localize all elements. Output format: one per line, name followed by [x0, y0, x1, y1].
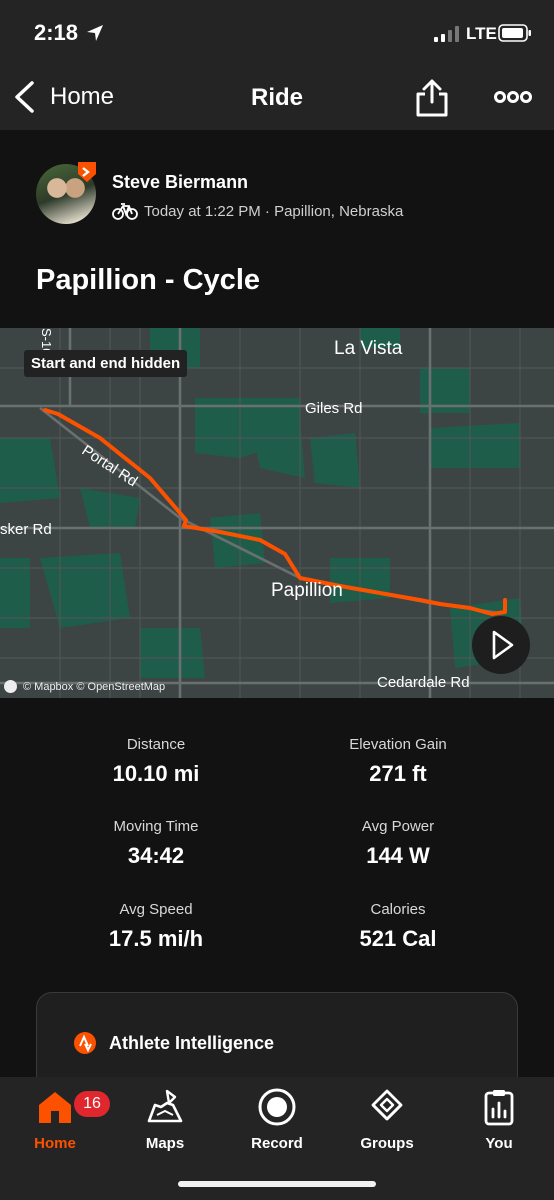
tab-groups[interactable]: Groups: [342, 1087, 432, 1152]
stat-label: Avg Speed: [119, 901, 193, 918]
subscriber-badge-icon: [78, 162, 96, 182]
network-type: LTE: [466, 24, 497, 43]
athlete-intelligence-icon: [74, 1032, 96, 1054]
tab-label: Maps: [145, 1135, 185, 1152]
nav-bar: Home Ride: [0, 64, 554, 130]
stat-elevation-gain: Elevation Gain 271 ft: [278, 736, 518, 787]
signal-icon: [434, 26, 459, 42]
location-arrow-icon: [87, 25, 103, 41]
stat-value: 34:42: [127, 843, 185, 868]
map-label-cedardale-rd: Cedardale Rd: [377, 674, 470, 691]
stat-value: 144 W: [366, 843, 430, 868]
stat-moving-time: Moving Time 34:42: [36, 818, 276, 869]
stat-label: Avg Power: [361, 818, 435, 835]
map-attribution[interactable]: © Mapbox © OpenStreetMap: [4, 680, 165, 693]
stat-value: 10.10 mi: [112, 761, 200, 786]
status-time: 2:18: [34, 20, 79, 45]
tab-label: Record: [251, 1135, 303, 1152]
tab-label: Groups: [360, 1135, 414, 1152]
play-icon: [492, 630, 514, 660]
maps-icon: [147, 1089, 183, 1123]
share-icon[interactable]: [414, 78, 450, 118]
record-icon: [258, 1088, 296, 1126]
play-flyover-button[interactable]: [472, 616, 530, 674]
start-end-hidden-notice: Start and end hidden: [24, 350, 188, 377]
tab-you[interactable]: You: [454, 1087, 544, 1152]
tab-home[interactable]: Home 16: [10, 1087, 110, 1152]
attribution-text: © Mapbox © OpenStreetMap: [23, 680, 166, 693]
stat-avg-power: Avg Power 144 W: [278, 818, 518, 869]
stat-label: Moving Time: [113, 818, 199, 835]
map-label-la-vista: La Vista: [334, 338, 403, 359]
bike-icon: [112, 203, 138, 220]
mapbox-logo-icon: [4, 680, 17, 693]
stat-distance: Distance 10.10 mi: [36, 736, 276, 787]
home-icon: [39, 1092, 71, 1123]
stat-value: 521 Cal: [359, 926, 437, 951]
activity-time-location: Today at 1:22 PM · Papillion, Nebraska: [144, 202, 404, 220]
stat-label: Calories: [370, 901, 426, 918]
activity-title[interactable]: Papillion - Cycle: [36, 264, 260, 297]
athlete-name[interactable]: Steve Biermann: [112, 172, 248, 193]
stat-label: Distance: [126, 736, 186, 753]
map-label-husker-rd: sker Rd: [0, 521, 52, 538]
notification-badge: 16: [74, 1091, 110, 1117]
activity-meta: Today at 1:22 PM · Papillion, Nebraska: [112, 202, 403, 220]
stat-value: 271 ft: [369, 761, 427, 786]
map-base: [0, 328, 554, 698]
status-bar: 2:18 LTE: [0, 0, 554, 64]
activity-header: Steve Biermann Today at 1:22 PM · Papill…: [0, 130, 554, 328]
stat-label: Elevation Gain: [349, 736, 447, 753]
athlete-intelligence-label: Athlete Intelligence: [109, 1033, 275, 1053]
stat-value: 17.5 mi/h: [108, 926, 204, 951]
tab-label: Home: [34, 1135, 76, 1152]
home-indicator: [178, 1181, 376, 1187]
tab-maps[interactable]: Maps: [120, 1087, 210, 1152]
more-options-icon[interactable]: [494, 86, 532, 108]
stats-grid: Distance 10.10 mi Elevation Gain 271 ft …: [0, 698, 554, 978]
map-label-papillion: Papillion: [271, 580, 343, 601]
route-map[interactable]: La Vista Giles Rd Portal Rd sker Rd S-10…: [0, 328, 554, 698]
page-title: Ride: [250, 84, 303, 111]
you-icon: [484, 1090, 514, 1126]
groups-icon: [371, 1089, 403, 1121]
tab-record[interactable]: Record: [232, 1087, 322, 1152]
stat-calories: Calories 521 Cal: [278, 901, 518, 952]
stat-avg-speed: Avg Speed 17.5 mi/h: [36, 901, 276, 952]
battery-icon: [498, 24, 531, 42]
map-label-giles-rd: Giles Rd: [305, 400, 363, 417]
tab-label: You: [485, 1135, 513, 1152]
